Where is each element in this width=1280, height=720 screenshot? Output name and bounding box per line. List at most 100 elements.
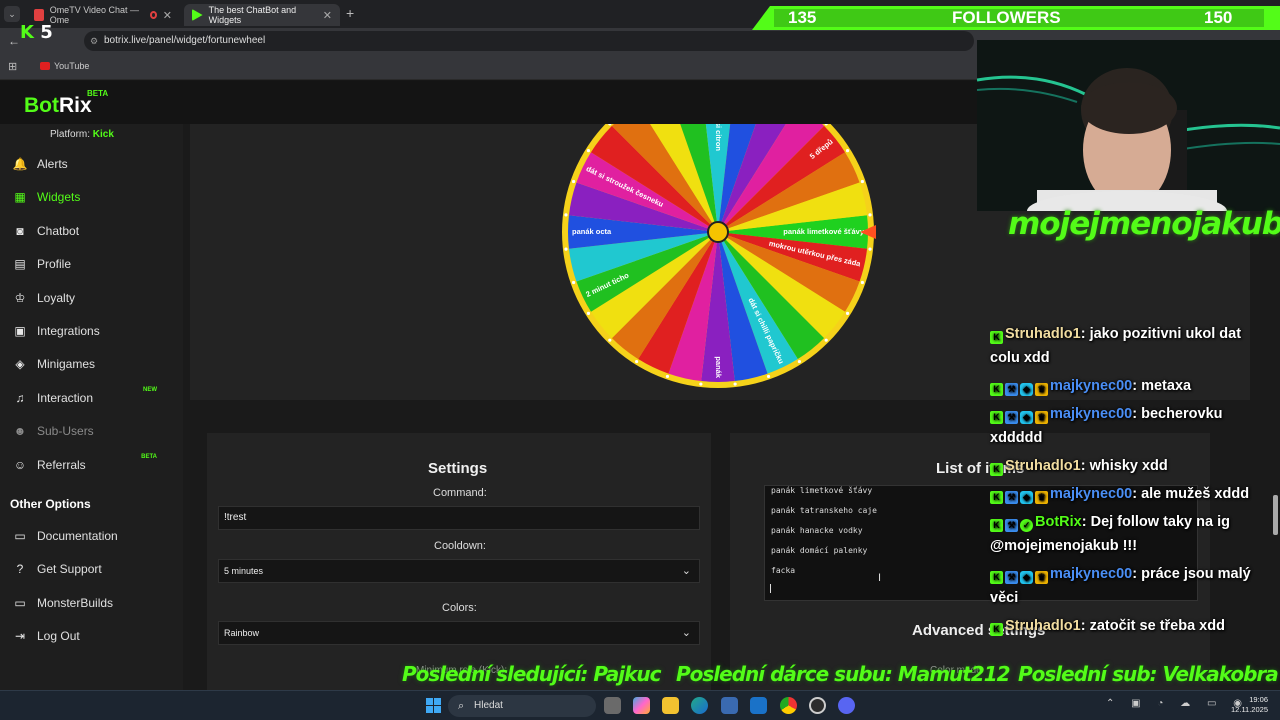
cooldown-select[interactable]: 5 minutes ⌄ <box>218 559 700 583</box>
back-arrow-icon[interactable]: ← <box>8 34 20 48</box>
sidebar-item-loyalty[interactable]: ♔ Loyalty <box>0 285 183 311</box>
apps-grid-icon[interactable]: ⊞ <box>8 60 17 73</box>
recording-icon <box>149 11 157 19</box>
sidebar-item-monsterbuilds[interactable]: ▭ MonsterBuilds <box>0 590 183 616</box>
cooldown-value: 5 minutes <box>224 566 264 576</box>
list-item: panák hanacke vodky <box>771 526 863 535</box>
chat-username: majkynec00 <box>1050 406 1133 422</box>
wheel-rim-dot <box>824 124 828 126</box>
windows-start-icon[interactable] <box>426 698 441 713</box>
chat-text: : ale mužeš xddd <box>1132 486 1250 502</box>
command-label: Command: <box>433 487 487 499</box>
colors-select[interactable]: Rainbow ⌄ <box>218 621 700 645</box>
streamer-handle: mojejmenojakub <box>1008 206 1280 242</box>
sidebar-item-label: Alerts <box>37 157 68 171</box>
copilot-icon[interactable] <box>633 697 650 714</box>
close-tab-icon[interactable]: ✕ <box>323 9 332 22</box>
sidebar-item-integrations[interactable]: ▣ Integrations <box>0 318 183 344</box>
url-field[interactable]: ⚙ botrix.live/panel/widget/fortunewheel <box>84 31 974 51</box>
store-icon[interactable] <box>721 697 738 714</box>
command-input[interactable]: !trest <box>218 506 700 530</box>
chevron-down-icon: ⌄ <box>681 565 691 577</box>
close-tab-icon[interactable]: ✕ <box>163 9 172 22</box>
gamepad-icon: ◈ <box>15 357 25 372</box>
music-icon: ♫ <box>15 390 25 405</box>
wheel-rim-dot <box>571 280 576 285</box>
tab-list-chevron-icon[interactable]: ⌄ <box>4 6 20 22</box>
cube-badge-icon: ◆ <box>1020 383 1033 396</box>
outlook-icon[interactable] <box>750 697 767 714</box>
cube-badge-icon: ◆ <box>1020 491 1033 504</box>
chrome-icon[interactable] <box>780 697 797 714</box>
youtube-icon <box>40 62 50 70</box>
beta-badge: BETA <box>87 89 109 98</box>
wheel-rim-dot <box>798 101 801 104</box>
followers-current: 135 <box>788 8 817 27</box>
last-follower-text: Poslední sledující: Pajkuc <box>402 662 661 686</box>
logo-part-1: Bot <box>24 94 59 117</box>
moderator-badge-icon: ⚒ <box>1005 411 1018 424</box>
other-options-heading: Other Options <box>10 497 91 511</box>
discord-icon[interactable] <box>838 697 855 714</box>
url-text: botrix.live/panel/widget/fortunewheel <box>104 35 266 46</box>
obs-icon[interactable] <box>809 697 826 714</box>
tab-botrix[interactable]: The best ChatBot and Widgets ✕ <box>184 4 340 26</box>
followers-label: FOLLOWERS <box>952 8 1061 27</box>
wheel-rim-dot <box>766 374 771 379</box>
kick-badge-icon: K <box>990 571 1003 584</box>
sidebar-item-interaction[interactable]: ♫ Interaction NEW <box>0 385 183 411</box>
sidebar-item-widgets[interactable]: ▦ Widgets <box>0 184 183 210</box>
new-tab-button[interactable]: + <box>346 5 354 21</box>
sidebar-item-alerts[interactable]: 🔔 Alerts <box>0 151 183 177</box>
sidebar-item-sub-users[interactable]: ☻ Sub-Users <box>0 418 183 444</box>
fortune-wheel[interactable]: panák limetkové šťávymokrou utěrkou přes… <box>560 76 878 394</box>
wheel-rim-dot <box>868 213 872 217</box>
kick-viewer-count: K 5 <box>20 22 53 43</box>
edge-icon[interactable] <box>691 697 708 714</box>
list-item: panák limetkové šťávy <box>771 486 873 495</box>
wheel-rim-dot <box>699 382 703 386</box>
sidebar-item-referrals[interactable]: ☺ Referrals BETA <box>0 452 183 478</box>
file-explorer-icon[interactable] <box>662 697 679 714</box>
integration-icon: ▣ <box>14 324 26 338</box>
sidebar-tag-badge: BETA <box>141 453 157 460</box>
scrollbar-thumb[interactable] <box>1273 495 1278 535</box>
settings-title: Settings <box>428 460 488 477</box>
colors-value: Rainbow <box>224 628 260 638</box>
sidebar-item-minigames[interactable]: ◈ Minigames <box>0 351 183 377</box>
wheel-segment-label: panák octa <box>572 227 612 236</box>
taskbar-search[interactable]: ⌕ Hledat <box>448 695 596 717</box>
logout-icon: ⇥ <box>14 629 26 644</box>
sidebar-item-profile[interactable]: ▤ Profile <box>0 251 183 277</box>
sidebar-item-documentation[interactable]: ▭ Documentation <box>0 523 183 549</box>
settings-panel: Settings Command: !trest Cooldown: 5 min… <box>207 433 711 693</box>
sidebar: Platform: Kick 🔔 Alerts ▦ Widgets ◙ Chatbot ▤ P… <box>0 124 183 690</box>
kick-badge-icon: K <box>990 383 1003 396</box>
wheel-rim-dot <box>571 179 576 184</box>
bell-icon: 🔔 <box>12 157 28 171</box>
sidebar-item-log-out[interactable]: ⇥ Log Out <box>0 623 183 649</box>
kick-badge-icon: K <box>990 623 1003 636</box>
wheel-rim-dot <box>665 374 670 379</box>
chat-text: : zatočit se třeba xdd <box>1080 618 1225 634</box>
site-settings-icon[interactable]: ⚙ <box>90 31 98 51</box>
task-view-icon[interactable] <box>604 697 621 714</box>
wheel-rim-dot <box>767 86 770 89</box>
list-item: panák tatranskeho caje <box>771 506 877 515</box>
webcam-feed <box>977 40 1280 211</box>
wheel-rim-dot <box>860 280 865 285</box>
bookmark-youtube[interactable]: YouTube <box>40 61 89 71</box>
chat-message: K ⚒ ◆ ♛ majkynec00: becherovku xddddd <box>990 402 1274 450</box>
wheel-rim-dot <box>608 338 612 342</box>
sidebar-item-chatbot[interactable]: ◙ Chatbot <box>0 218 183 244</box>
kick-badge-icon: K <box>990 491 1003 504</box>
taskbar-clock[interactable]: 19:06 12.11.2025 <box>1224 695 1268 715</box>
last-sub-text: Poslední sub: Velkakobra <box>1018 662 1279 686</box>
botrix-logo[interactable]: BotRix <box>24 94 92 118</box>
sidebar-item-label: Get Support <box>37 562 102 577</box>
tab-title: OmeTV Video Chat — Ome <box>49 5 140 25</box>
sidebar-item-get-support[interactable]: ? Get Support <box>0 556 183 582</box>
kick-badge-icon: K <box>990 411 1003 424</box>
cube-badge-icon: ◆ <box>1020 411 1033 424</box>
followers-goal: 150 <box>1204 8 1233 27</box>
